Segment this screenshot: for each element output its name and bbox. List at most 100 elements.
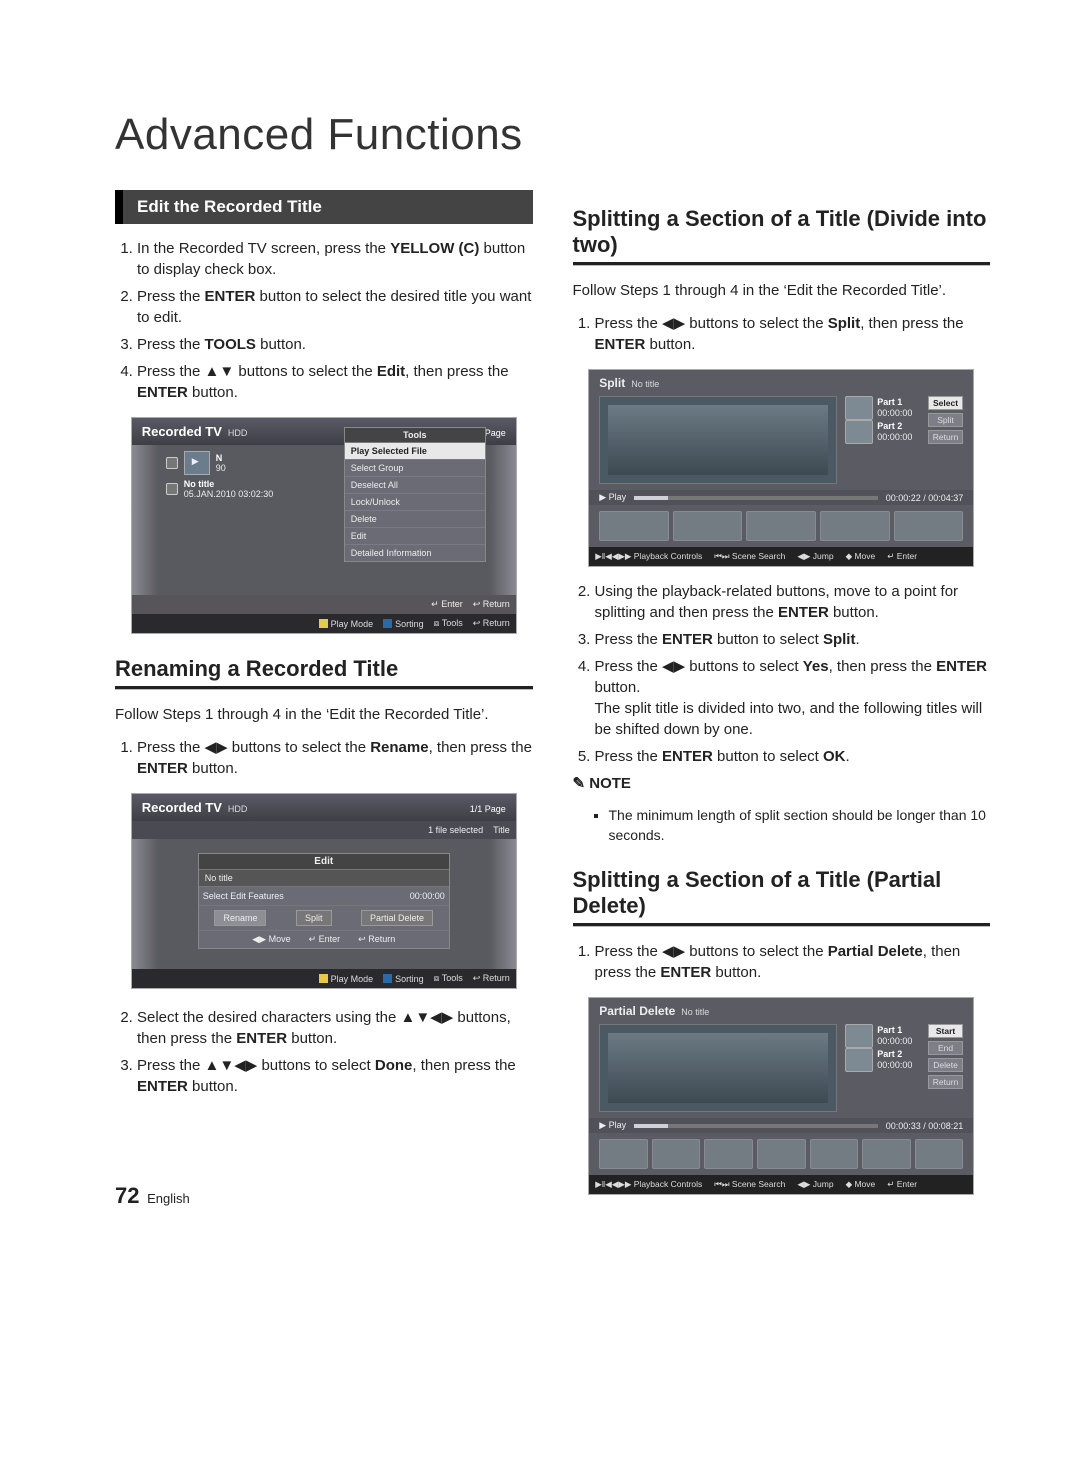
ui-side-shadow	[132, 839, 158, 969]
step: Press the ◀▶ buttons to select the Split…	[595, 313, 991, 355]
step: Press the ▲▼ buttons to select the Edit,…	[137, 361, 533, 403]
footer-hint: ▶‖◀◀▶▶ Playback Controls	[595, 551, 702, 562]
part-time: 00:00:00	[877, 1060, 912, 1070]
note-label: NOTE	[589, 775, 631, 792]
scene-thumb	[894, 511, 964, 541]
menu-footer-hint: ↵ Enter	[431, 599, 463, 610]
ui-subtitle: No title	[681, 1007, 709, 1017]
section-heading-split: Splitting a Section of a Title (Divide i…	[573, 206, 991, 258]
edit-modal-row: No title	[199, 869, 449, 886]
divider	[573, 923, 991, 927]
part-time: 00:00:00	[877, 408, 912, 418]
scene-thumb	[915, 1139, 964, 1169]
part-label: Part 2	[877, 1049, 902, 1059]
rename-steps-cont: Select the desired characters using the …	[115, 1007, 533, 1097]
tools-menu-item: Lock/Unlock	[345, 493, 485, 510]
edit-modal-title: Edit	[199, 854, 449, 869]
scene-thumb	[599, 1139, 648, 1169]
edit-modal: Edit No title Select Edit Features 00:00…	[198, 853, 450, 949]
step: Press the TOOLS button.	[137, 334, 533, 355]
edit-button-rename: Rename	[214, 910, 266, 926]
step: Press the ◀▶ buttons to select the Renam…	[137, 737, 533, 779]
list-item-title: N	[216, 453, 223, 463]
menu-footer-hint: ↩ Return	[473, 599, 510, 610]
left-column: Edit the Recorded Title In the Recorded …	[115, 184, 533, 1209]
page-language: English	[147, 1191, 190, 1206]
screenshot-partial-delete: Partial DeleteNo title Part 100:00:00 Pa…	[588, 997, 974, 1195]
tabbar-label: 1 file selected	[428, 825, 483, 835]
note-icon: ✎	[573, 775, 590, 792]
tools-menu-header: Tools	[345, 428, 485, 442]
section-heading-rename: Renaming a Recorded Title	[115, 656, 533, 682]
section-heading-edit: Edit the Recorded Title	[115, 190, 533, 224]
footer-hint: ↩ Return	[473, 618, 510, 629]
part-thumb-icon	[845, 396, 873, 420]
play-button: ▶ Play	[599, 492, 626, 503]
ui-title: Recorded TV	[142, 800, 222, 815]
step: Press the ENTER button to select the des…	[137, 286, 533, 328]
edit-modal-hint: ◀▶ Move	[252, 934, 290, 945]
step: Press the ENTER button to select OK.	[595, 746, 991, 767]
play-button: ▶ Play	[599, 1120, 626, 1131]
page-title: Advanced Functions	[115, 110, 990, 160]
timeline	[634, 1124, 878, 1128]
scene-thumb	[652, 1139, 701, 1169]
list-item-title: No title	[184, 479, 215, 489]
time-readout: 00:00:22 / 00:04:37	[886, 493, 964, 503]
part-time: 00:00:00	[877, 1036, 912, 1046]
tools-menu-item: Edit	[345, 527, 485, 544]
footer-hint: ↩ Return	[473, 973, 510, 984]
step: Press the ENTER button to select Split.	[595, 629, 991, 650]
scene-thumb	[810, 1139, 859, 1169]
footer-color-button: Sorting	[383, 618, 424, 629]
step: Press the ▲▼◀▶ buttons to select Done, t…	[137, 1055, 533, 1097]
tools-menu-item: Delete	[345, 510, 485, 527]
edit-button-partial-delete: Partial Delete	[361, 910, 433, 926]
footer-color-button: Play Mode	[319, 618, 374, 629]
divider	[115, 686, 533, 690]
ui-title: Recorded TV	[142, 424, 222, 439]
footer-color-button: Sorting	[383, 973, 424, 984]
footer-hint: ⧈ Tools	[434, 618, 463, 629]
step: Press the ◀▶ buttons to select the Parti…	[595, 941, 991, 983]
time-readout: 00:00:33 / 00:08:21	[886, 1121, 964, 1131]
scene-thumb	[704, 1139, 753, 1169]
video-preview	[599, 396, 837, 484]
tools-dropdown: Tools Play Selected File Select Group De…	[344, 427, 486, 562]
footer-color-button: Play Mode	[319, 973, 374, 984]
footer-hint: ◆ Move	[846, 1179, 876, 1190]
step: In the Recorded TV screen, press the YEL…	[137, 238, 533, 280]
screenshot-tools-menu: Recorded TV HDD 1/1 Page N90	[131, 417, 517, 634]
checkbox-icon	[166, 483, 178, 495]
part-label: Part 1	[877, 397, 902, 407]
step: Press the ◀▶ buttons to select Yes, then…	[595, 656, 991, 740]
edit-steps: In the Recorded TV screen, press the YEL…	[115, 238, 533, 403]
ui-page-indicator: 1/1 Page	[470, 804, 506, 814]
edit-modal-time: 00:00:00	[410, 891, 445, 901]
split-split-button: Split	[928, 413, 964, 427]
part-time: 00:00:00	[877, 432, 912, 442]
part-thumb-icon	[845, 1024, 873, 1048]
tools-menu-item: Select Group	[345, 459, 485, 476]
scene-thumb	[862, 1139, 911, 1169]
checkbox-icon	[166, 457, 178, 469]
split-select-button: Select	[928, 396, 964, 410]
video-thumb-icon	[184, 451, 210, 475]
screenshot-split: SplitNo title Part 100:00:00 Part 200:00…	[588, 369, 974, 567]
footer-hint: ⧈ Tools	[434, 973, 463, 984]
screenshot-edit-panel: Recorded TV HDD 1/1 Page 1 file selected…	[131, 793, 517, 989]
footer-hint: ↵ Enter	[887, 1179, 917, 1190]
scene-thumb	[820, 511, 890, 541]
right-column: Splitting a Section of a Title (Divide i…	[573, 184, 991, 1209]
edit-modal-hint: ↵ Enter	[309, 934, 341, 945]
pd-return-button: Return	[928, 1075, 964, 1089]
edit-modal-subtitle: Select Edit Features	[203, 891, 284, 901]
split-return-button: Return	[928, 430, 964, 444]
scene-thumb	[757, 1139, 806, 1169]
rename-intro: Follow Steps 1 through 4 in the ‘Edit th…	[115, 704, 533, 725]
step: Select the desired characters using the …	[137, 1007, 533, 1049]
pd-start-button: Start	[928, 1024, 964, 1038]
footer-hint: ↵ Enter	[887, 551, 917, 562]
footer-hint: ⏮⏭ Scene Search	[714, 551, 785, 562]
ui-side-shadow	[132, 445, 158, 595]
